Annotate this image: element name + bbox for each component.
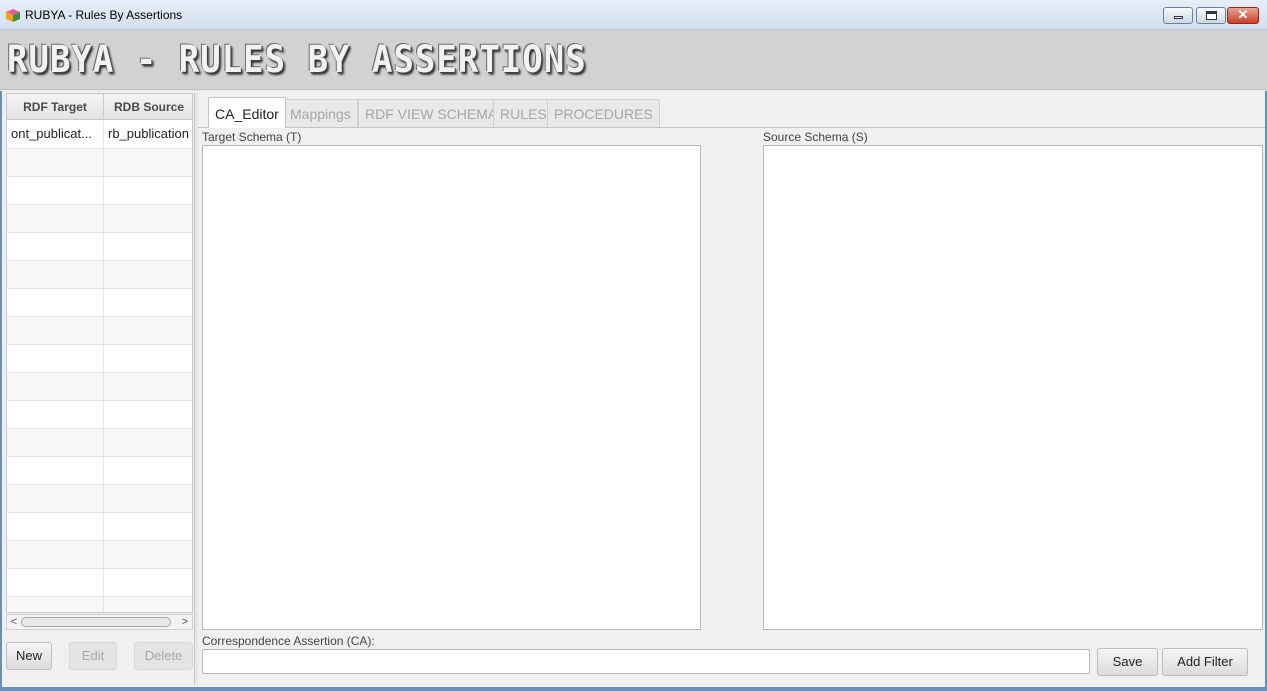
cell-rdf-target[interactable]: [7, 205, 104, 233]
minimize-icon: [1174, 16, 1183, 19]
table-row[interactable]: [7, 597, 192, 612]
table-row[interactable]: [7, 569, 192, 597]
window-title: RUBYA - Rules By Assertions: [25, 8, 183, 22]
cell-rdf-target[interactable]: [7, 429, 104, 457]
close-button[interactable]: ✕: [1227, 7, 1259, 24]
correspondence-assertion-label: Correspondence Assertion (CA):: [202, 634, 375, 648]
edit-button[interactable]: Edit: [69, 642, 117, 670]
table-row[interactable]: [7, 205, 192, 233]
cell-rdb-source[interactable]: [104, 149, 192, 177]
cell-rdf-target[interactable]: [7, 149, 104, 177]
table-row[interactable]: ont_publicat... rb_publication: [7, 121, 192, 149]
maximize-button[interactable]: [1196, 7, 1226, 24]
maximize-icon: [1206, 11, 1217, 20]
app-logo: RUBYA - RULES BY ASSERTIONS: [7, 38, 587, 82]
cell-rdf-target[interactable]: [7, 317, 104, 345]
scrollbar-thumb[interactable]: [21, 617, 171, 627]
cell-rdf-target[interactable]: [7, 457, 104, 485]
table-row[interactable]: [7, 513, 192, 541]
app-banner: RUBYA - RULES BY ASSERTIONS: [0, 30, 1267, 90]
cell-rdb-source[interactable]: [104, 485, 192, 513]
table-row[interactable]: [7, 289, 192, 317]
table-row[interactable]: [7, 429, 192, 457]
cell-rdf-target[interactable]: [7, 177, 104, 205]
tab-procedures[interactable]: PROCEDURES: [547, 99, 660, 127]
close-icon: ✕: [1237, 7, 1249, 22]
tab-rdf-view-schema[interactable]: RDF VIEW SCHEMA: [358, 99, 505, 127]
table-row[interactable]: [7, 345, 192, 373]
cell-rdb-source[interactable]: [104, 205, 192, 233]
cell-rdf-target[interactable]: [7, 233, 104, 261]
delete-button[interactable]: Delete: [134, 642, 193, 670]
app-cube-icon: [6, 9, 20, 22]
new-button[interactable]: New: [6, 642, 52, 670]
source-schema-label: Source Schema (S): [763, 130, 868, 144]
table-row[interactable]: [7, 261, 192, 289]
cell-rdb-source[interactable]: [104, 289, 192, 317]
table-row[interactable]: [7, 485, 192, 513]
add-filter-button[interactable]: Add Filter: [1162, 648, 1248, 676]
cell-rdb-source[interactable]: [104, 233, 192, 261]
cell-rdf-target[interactable]: [7, 597, 104, 612]
cell-rdf-target[interactable]: ont_publicat...: [7, 121, 104, 149]
cell-rdf-target[interactable]: [7, 513, 104, 541]
cell-rdf-target[interactable]: [7, 373, 104, 401]
cell-rdb-source[interactable]: [104, 261, 192, 289]
table-row[interactable]: [7, 177, 192, 205]
table-row[interactable]: [7, 149, 192, 177]
minimize-button[interactable]: [1163, 7, 1193, 24]
cell-rdf-target[interactable]: [7, 569, 104, 597]
editor-panel: CA_Editor Mappings RDF VIEW SCHEMA RULES…: [198, 93, 1265, 685]
cell-rdb-source[interactable]: rb_publication: [104, 121, 192, 149]
table-row[interactable]: [7, 401, 192, 429]
tab-divider: [198, 127, 1265, 128]
tab-ca-editor[interactable]: CA_Editor: [208, 97, 286, 128]
table-row[interactable]: [7, 317, 192, 345]
cell-rdb-source[interactable]: [104, 429, 192, 457]
table-row[interactable]: [7, 373, 192, 401]
target-schema-tree[interactable]: [202, 145, 701, 630]
table-row[interactable]: [7, 233, 192, 261]
cell-rdf-target[interactable]: [7, 541, 104, 569]
cell-rdf-target[interactable]: [7, 289, 104, 317]
cell-rdb-source[interactable]: [104, 345, 192, 373]
cell-rdb-source[interactable]: [104, 569, 192, 597]
cell-rdb-source[interactable]: [104, 317, 192, 345]
title-bar: RUBYA - Rules By Assertions ✕: [0, 0, 1267, 30]
table-row[interactable]: [7, 541, 192, 569]
scroll-right-icon[interactable]: >: [178, 615, 192, 629]
cell-rdb-source[interactable]: [104, 373, 192, 401]
assertion-table: RDF Target RDB Source ont_publicat... rb_…: [6, 93, 193, 613]
cell-rdb-source[interactable]: [104, 541, 192, 569]
main-content: RDF Target RDB Source ont_publicat... rb_…: [0, 91, 1267, 691]
scroll-left-icon[interactable]: <: [7, 615, 21, 629]
cell-rdf-target[interactable]: [7, 401, 104, 429]
column-header-rdf-target[interactable]: RDF Target: [7, 94, 104, 120]
tab-mappings[interactable]: Mappings: [283, 99, 358, 127]
target-schema-label: Target Schema (T): [202, 130, 302, 144]
table-row[interactable]: [7, 457, 192, 485]
cell-rdb-source[interactable]: [104, 457, 192, 485]
horizontal-scrollbar[interactable]: < >: [6, 614, 193, 630]
cell-rdb-source[interactable]: [104, 177, 192, 205]
tab-rules[interactable]: RULES: [493, 99, 554, 127]
cell-rdf-target[interactable]: [7, 485, 104, 513]
cell-rdb-source[interactable]: [104, 597, 192, 612]
table-body: ont_publicat... rb_publication: [7, 121, 192, 612]
cell-rdb-source[interactable]: [104, 513, 192, 541]
table-header: RDF Target RDB Source: [7, 94, 192, 120]
column-header-rdb-source[interactable]: RDB Source: [104, 94, 192, 120]
cell-rdb-source[interactable]: [104, 401, 192, 429]
save-button[interactable]: Save: [1097, 648, 1158, 676]
cell-rdf-target[interactable]: [7, 345, 104, 373]
cell-rdf-target[interactable]: [7, 261, 104, 289]
assertion-list-panel: RDF Target RDB Source ont_publicat... rb_…: [6, 93, 193, 685]
source-schema-tree[interactable]: [763, 145, 1263, 630]
correspondence-assertion-input[interactable]: [202, 649, 1090, 674]
